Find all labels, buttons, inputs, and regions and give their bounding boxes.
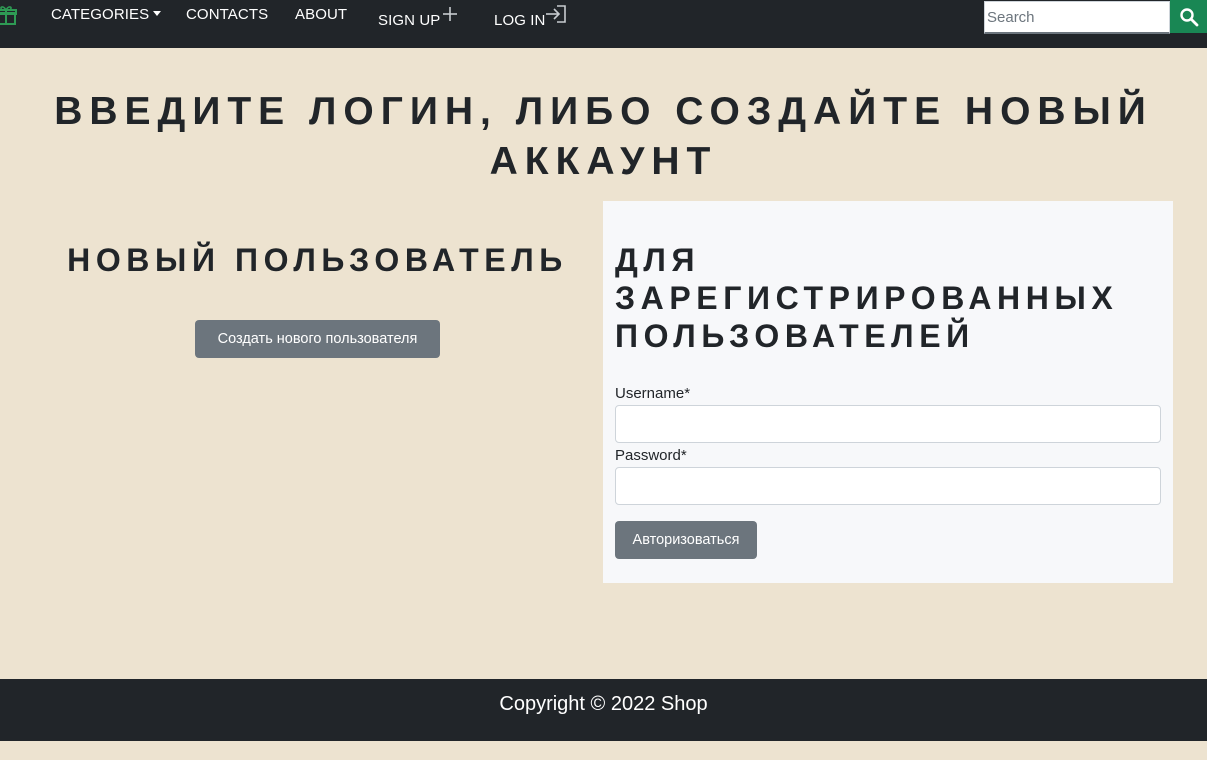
login-panel: ДЛЯ ЗАРЕГИСТРИРОВАННЫХ ПОЛЬЗОВАТЕЛЕЙ Use… — [603, 201, 1173, 583]
nav-categories-label: CATEGORIES — [51, 6, 150, 23]
password-label: Password* — [615, 447, 687, 464]
login-arrow-icon — [546, 5, 566, 23]
page-title: ВВЕДИТЕ ЛОГИН, ЛИБО СОЗДАЙТЕ НОВЫЙ АККАУ… — [54, 90, 1153, 183]
create-user-button[interactable]: Создать нового пользователя — [195, 320, 440, 358]
plus-icon — [443, 7, 457, 21]
nav-login-label: LOG IN — [494, 12, 546, 29]
nav-categories[interactable]: CATEGORIES — [51, 6, 162, 23]
navbar: CATEGORIES CONTACTS ABOUT SIGN UP LOG IN — [0, 0, 1207, 48]
login-heading: ДЛЯ ЗАРЕГИСТРИРОВАННЫХ ПОЛЬЗОВАТЕЛЕЙ — [615, 242, 1119, 354]
login-submit-button[interactable]: Авторизоваться — [615, 521, 757, 559]
caret-down-icon — [153, 11, 162, 16]
search-input[interactable] — [984, 1, 1170, 34]
gift-icon[interactable] — [0, 4, 18, 26]
search-icon — [1179, 7, 1198, 26]
new-user-heading: НОВЫЙ ПОЛЬЗОВАТЕЛЬ — [67, 242, 568, 278]
password-field[interactable] — [615, 467, 1161, 505]
copyright-text: Copyright © 2022 Shop — [499, 693, 708, 715]
username-field[interactable] — [615, 405, 1161, 443]
search-button[interactable] — [1170, 0, 1207, 33]
username-label: Username* — [615, 385, 691, 402]
nav-about[interactable]: ABOUT — [295, 6, 347, 23]
nav-contacts[interactable]: CONTACTS — [186, 6, 268, 23]
footer: Copyright © 2022 Shop — [0, 679, 1207, 741]
nav-login[interactable]: LOG IN — [494, 12, 545, 29]
nav-signup[interactable]: SIGN UP — [378, 12, 440, 29]
nav-signup-label: SIGN UP — [378, 12, 441, 29]
